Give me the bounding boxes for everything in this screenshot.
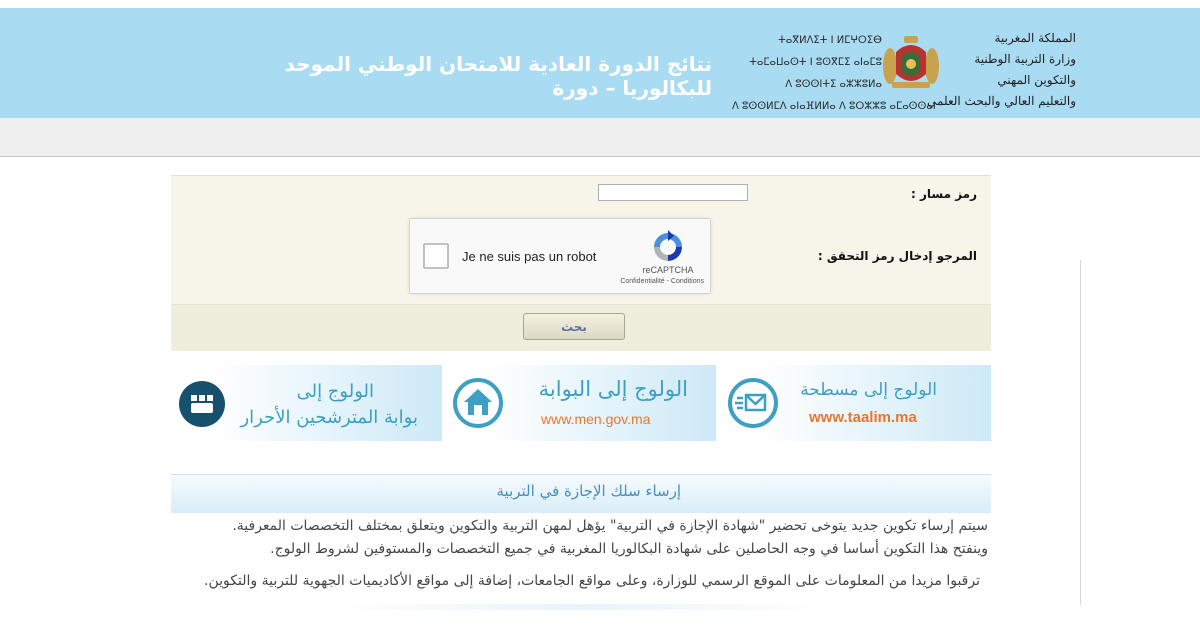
recaptcha-widget: Je ne suis pas un robot reCAPTCHA Confid…	[409, 218, 711, 294]
captcha-row: Je ne suis pas un robot reCAPTCHA Confid…	[171, 212, 991, 305]
massar-row: رمز مسار :	[171, 175, 991, 213]
paragraph-line: ترقبوا مزيدا من المعلومات على الموقع الر…	[204, 573, 980, 589]
recaptcha-text: Je ne suis pas un robot	[462, 249, 597, 264]
paragraph-line: وينفتح هذا التكوين أساسا في وجه الحاصلين…	[270, 541, 988, 557]
paragraph-line: سيتم إرساء تكوين جديد يتوخى تحضير "شهادة…	[232, 518, 988, 534]
header-banner: نتائج الدورة العادية للامتحان الوطني الم…	[0, 8, 1200, 118]
page-title: نتائج الدورة العادية للامتحان الوطني الم…	[284, 52, 712, 100]
search-form: رمز مسار : Je ne suis pas un robot reCAP…	[171, 175, 991, 351]
divider	[330, 604, 830, 610]
search-button[interactable]: بحث	[523, 313, 625, 340]
banner-men-gov[interactable]: الولوج إلى البوابة www.men.gov.ma	[444, 365, 716, 441]
candidates-icon	[179, 381, 225, 427]
section-title: إرساء سلك الإجازة في التربية	[496, 482, 681, 500]
banner-free-candidates[interactable]: الولوج إلى بوابة المترشحين الأحرار	[171, 365, 442, 441]
recaptcha-privacy-links[interactable]: Confidentialité - Conditions	[592, 278, 704, 285]
ministry-name: المملكة المغربية وزارة التربية الوطنية و…	[927, 31, 1076, 108]
portal-banners: الولوج إلى مسطحة www.taalim.ma الولوج إل…	[171, 365, 991, 441]
section-header: إرساء سلك الإجازة في التربية	[171, 474, 991, 513]
recaptcha-brand: reCAPTCHA	[642, 265, 694, 275]
captcha-label: المرجو إدخال رمز التحقق :	[817, 249, 977, 263]
nav-bar	[0, 118, 1200, 157]
banner-taalim[interactable]: الولوج إلى مسطحة www.taalim.ma	[717, 365, 991, 441]
tifinagh-text: ⵜⴰⴳⵍⴷⵉⵜ ⵏ ⵍⵎⵖⵔⵉⴱ ⵜⴰⵎⴰⵡⴰⵙⵜ ⵏ ⵓⵙⴳⵎⵉ ⴰⵏⴰⵎⵓ …	[732, 35, 936, 112]
divider	[1080, 260, 1081, 605]
massar-label: رمز مسار :	[910, 187, 977, 201]
recaptcha-checkbox[interactable]	[423, 243, 449, 269]
massar-code-input[interactable]	[598, 184, 748, 201]
home-icon	[453, 378, 503, 428]
recaptcha-logo-icon	[654, 230, 682, 261]
mail-icon	[728, 378, 778, 428]
button-row: بحث	[171, 305, 991, 351]
